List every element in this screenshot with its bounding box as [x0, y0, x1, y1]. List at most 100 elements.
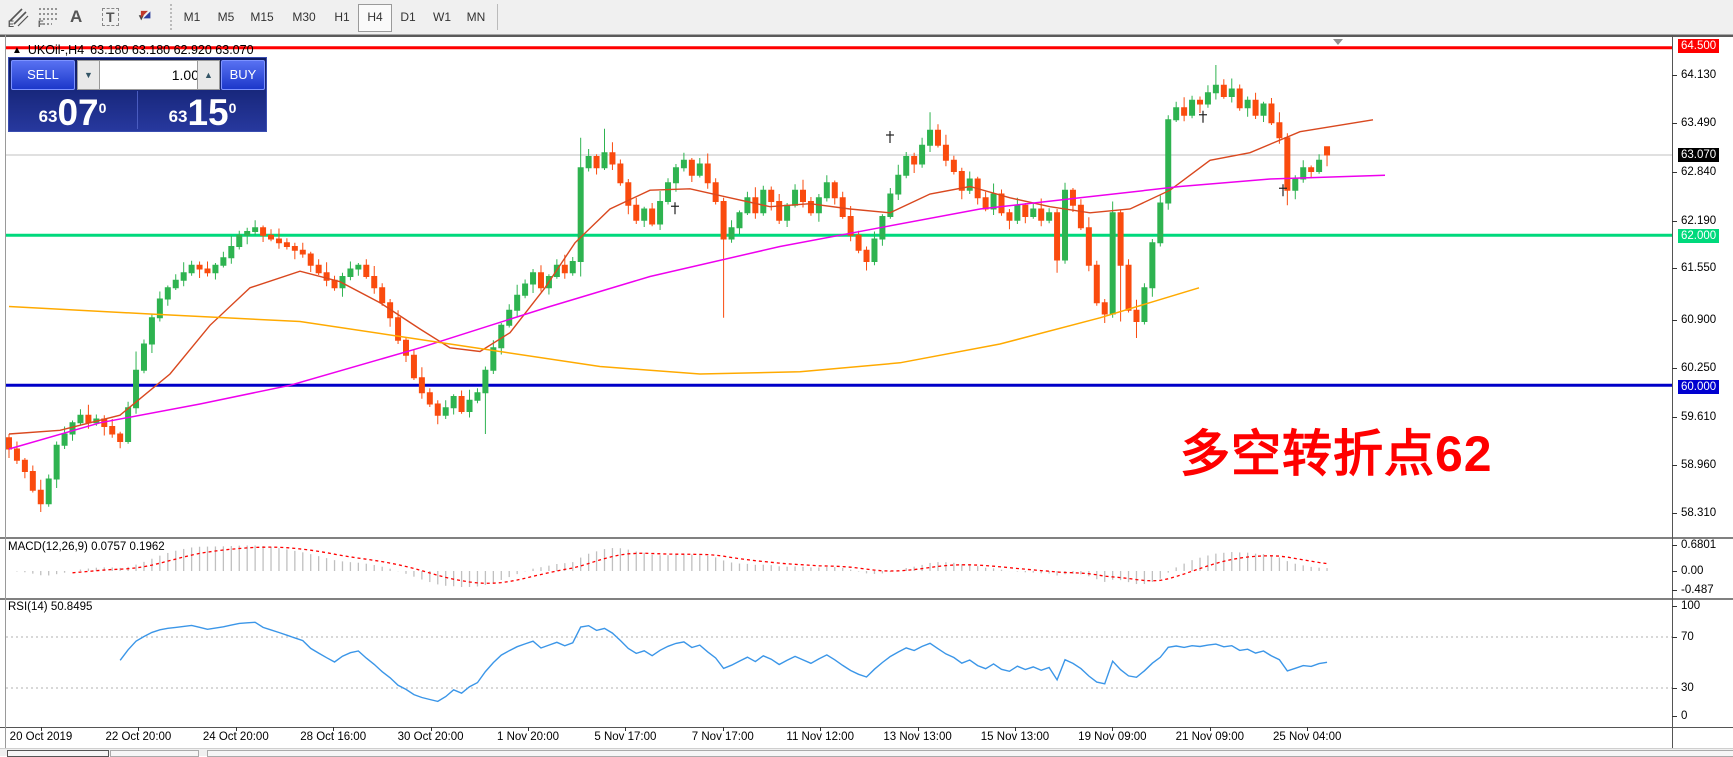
- time-label-11: 19 Nov 09:00: [1067, 731, 1157, 743]
- price-label-62.840: 62.840: [1678, 165, 1719, 179]
- time-label-7: 7 Nov 17:00: [678, 731, 768, 743]
- rsi-label: RSI(14) 50.8495: [8, 601, 92, 613]
- rsi-panel[interactable]: [0, 598, 1733, 729]
- time-label-12: 21 Nov 09:00: [1165, 731, 1255, 743]
- rsi-axis-70: 70: [1678, 630, 1697, 644]
- axis-tick: [1672, 320, 1677, 321]
- price-label-60.900: 60.900: [1678, 313, 1719, 327]
- time-label-10: 15 Nov 13:00: [970, 731, 1060, 743]
- time-label-5: 1 Nov 20:00: [483, 731, 573, 743]
- timeframe-h1[interactable]: H1: [326, 4, 358, 30]
- axis-tick: [1672, 123, 1677, 124]
- price-label-60.250: 60.250: [1678, 361, 1719, 375]
- axis-tick: [1672, 465, 1677, 466]
- time-label-1: 22 Oct 20:00: [93, 731, 183, 743]
- time-label-6: 5 Nov 17:00: [580, 731, 670, 743]
- status-bar-fragment: [207, 750, 1733, 757]
- macd-axis-0.6801: 0.6801: [1678, 538, 1719, 552]
- price-axis-line: [1672, 35, 1673, 748]
- price-label-60.000: 60.000: [1678, 380, 1719, 394]
- axis-tick: [1672, 590, 1677, 591]
- one-click-trade-panel: SELL ▼ ▲ BUY 63 07 0 63 15 0: [8, 57, 267, 132]
- equidistant-channel-icon[interactable]: E: [8, 5, 14, 29]
- time-label-4: 30 Oct 20:00: [386, 731, 476, 743]
- toolbar: E F A T ▾ M1M5M15 M30H1H4D1W1MN: [0, 0, 1733, 35]
- axis-tick: [1672, 545, 1677, 546]
- time-label-13: 25 Nov 04:00: [1262, 731, 1352, 743]
- time-tick: [625, 727, 626, 731]
- price-label-64.130: 64.130: [1678, 68, 1719, 82]
- price-label-63.070: 63.070: [1678, 148, 1719, 162]
- text-label-icon[interactable]: A: [70, 5, 82, 29]
- buy-button[interactable]: BUY: [221, 60, 265, 90]
- time-label-2: 24 Oct 20:00: [191, 731, 281, 743]
- time-tick: [1015, 727, 1016, 731]
- sell-price-sup: 0: [99, 100, 107, 116]
- time-label-9: 13 Nov 13:00: [873, 731, 963, 743]
- buy-price-main: 15: [187, 96, 228, 130]
- volume-input[interactable]: [99, 60, 205, 90]
- price-divider: [137, 91, 138, 129]
- arrows-tool-icon[interactable]: ▾: [136, 5, 144, 29]
- time-tick: [236, 727, 237, 731]
- time-tick: [1210, 727, 1211, 731]
- time-label-8: 11 Nov 12:00: [775, 731, 865, 743]
- axis-tick: [1672, 571, 1677, 572]
- rsi-axis-30: 30: [1678, 681, 1697, 695]
- timeframe-m5[interactable]: M5: [210, 4, 242, 30]
- timeframe-m15[interactable]: M15: [246, 4, 278, 30]
- time-tick: [1307, 727, 1308, 731]
- axis-tick: [1672, 688, 1677, 689]
- volume-increase-button[interactable]: ▲: [197, 60, 220, 90]
- fibonacci-retracement-icon[interactable]: F: [38, 5, 44, 29]
- macd-axis-0.00: 0.00: [1678, 564, 1706, 578]
- axis-tick: [1672, 637, 1677, 638]
- sell-price[interactable]: 63 07 0: [9, 90, 136, 132]
- macd-chart: [0, 539, 1733, 596]
- timeframe-w1[interactable]: W1: [426, 4, 458, 30]
- timeframe-d1[interactable]: D1: [392, 4, 424, 30]
- buy-price-prefix: 63: [169, 107, 188, 127]
- price-label-64.500: 64.500: [1678, 39, 1719, 53]
- symbol-timeframe-label: UKOil-,H4: [28, 43, 84, 57]
- price-label-62.000: 62.000: [1678, 229, 1719, 243]
- price-label-58.960: 58.960: [1678, 458, 1719, 472]
- price-label-61.550: 61.550: [1678, 261, 1719, 275]
- chart-header: ▲ UKOil-,H4 63.180 63.180 62.920 63.070: [12, 43, 254, 57]
- ma-slow-magenta: [9, 175, 1385, 449]
- time-label-3: 28 Oct 16:00: [288, 731, 378, 743]
- sell-price-main: 07: [57, 96, 98, 130]
- timeframe-m1[interactable]: M1: [176, 4, 208, 30]
- buy-price[interactable]: 63 15 0: [139, 90, 266, 132]
- chart-left-border: [5, 35, 6, 748]
- time-tick: [820, 727, 821, 731]
- macd-panel[interactable]: [0, 537, 1733, 598]
- macd-label: MACD(12,26,9) 0.0757 0.1962: [8, 541, 165, 553]
- chart-annotation: 多空转折点62: [1180, 414, 1493, 486]
- chart-tab-fragment-2[interactable]: [110, 750, 199, 757]
- axis-tick: [1672, 513, 1677, 514]
- volume-decrease-button[interactable]: ▼: [77, 60, 100, 90]
- time-tick: [333, 727, 334, 731]
- timeframe-m30[interactable]: M30: [288, 4, 320, 30]
- timeframe-mn[interactable]: MN: [460, 4, 492, 30]
- axis-tick: [1672, 268, 1677, 269]
- time-tick: [431, 727, 432, 731]
- time-label-0: 20 Oct 2019: [0, 731, 86, 743]
- price-label-63.490: 63.490: [1678, 116, 1719, 130]
- text-box-icon[interactable]: T: [102, 5, 119, 29]
- sell-price-prefix: 63: [39, 107, 58, 127]
- timeframe-h4[interactable]: H4: [358, 4, 392, 32]
- ma-long-orange: [9, 288, 1199, 374]
- direction-up-icon: ▲: [12, 45, 22, 56]
- axis-tick: [1672, 75, 1677, 76]
- time-tick: [918, 727, 919, 731]
- time-tick: [138, 727, 139, 731]
- chart-tab-fragment[interactable]: [7, 750, 109, 757]
- price-label-59.610: 59.610: [1678, 410, 1719, 424]
- axis-tick: [1672, 716, 1677, 717]
- time-tick: [528, 727, 529, 731]
- sell-button[interactable]: SELL: [11, 60, 75, 90]
- price-label-58.310: 58.310: [1678, 506, 1719, 520]
- axis-tick: [1672, 368, 1677, 369]
